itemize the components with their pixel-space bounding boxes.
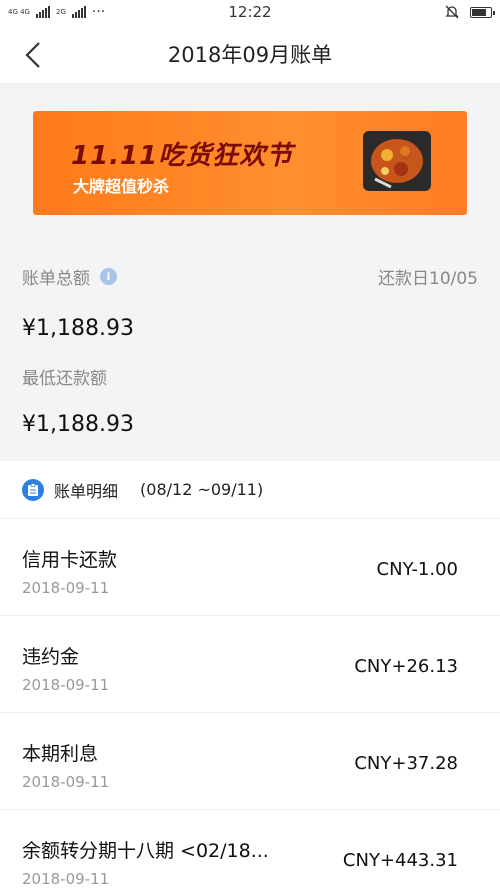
status-time: 12:22 (228, 3, 272, 21)
transaction-name: 余额转分期十八期 <02/18... (22, 840, 269, 862)
transaction-name: 本期利息 (22, 743, 99, 765)
detail-label: 账单明细 (54, 481, 119, 501)
document-icon (22, 478, 44, 501)
bell-off-icon (445, 5, 459, 19)
nav-bar: 2018年09月账单 (0, 26, 500, 84)
transaction-date: 2018-09-11 (22, 676, 110, 694)
transaction-amount: CNY-1.00 (376, 559, 458, 580)
transaction-amount: CNY+37.28 (354, 753, 458, 774)
detail-header: 账单明细 (08/12 ~09/11) (0, 461, 500, 519)
transaction-amount: CNY+443.31 (342, 850, 458, 871)
food-platter-icon (363, 131, 431, 191)
banner-section: 11.11吃货狂欢节 大牌超值秒杀 (0, 84, 500, 244)
status-bar: 4G 4G 2G ··· 12:22 (0, 0, 500, 26)
bill-summary: 账单总额 i 还款日10/05 ¥1,188.93 最低还款额 ¥1,188.9… (0, 244, 500, 461)
transaction-name: 违约金 (22, 646, 80, 668)
transaction-amount: CNY+26.13 (354, 656, 458, 677)
total-label: 账单总额 (22, 269, 90, 289)
banner-subline: 大牌超值秒杀 (73, 177, 170, 196)
transaction-date: 2018-09-11 (22, 773, 110, 791)
transaction-row[interactable]: 违约金 2018-09-11 CNY+26.13 (0, 616, 500, 713)
info-icon[interactable]: i (100, 268, 117, 285)
transaction-name: 信用卡还款 (22, 549, 118, 571)
transaction-list: 信用卡还款 2018-09-11 CNY-1.00 违约金 2018-09-11… (0, 519, 500, 889)
total-amount: ¥1,188.93 (22, 316, 134, 341)
back-button[interactable] (18, 40, 48, 70)
promo-banner[interactable]: 11.11吃货狂欢节 大牌超值秒杀 (33, 111, 467, 215)
min-payment-amount: ¥1,188.93 (22, 412, 134, 437)
banner-headline: 11.11吃货狂欢节 (71, 141, 294, 171)
page-title: 2018年09月账单 (167, 43, 333, 67)
transaction-row[interactable]: 余额转分期十八期 <02/18... 2018-09-11 CNY+443.31 (0, 810, 500, 889)
detail-range: (08/12 ~09/11) (140, 480, 264, 499)
transaction-row[interactable]: 信用卡还款 2018-09-11 CNY-1.00 (0, 519, 500, 616)
due-date: 还款日10/05 (378, 269, 478, 289)
transaction-date: 2018-09-11 (22, 870, 110, 888)
status-right (444, 4, 495, 20)
chevron-left-icon (25, 42, 40, 68)
battery-icon (470, 6, 495, 18)
min-payment-label: 最低还款额 (22, 369, 107, 389)
transaction-row[interactable]: 本期利息 2018-09-11 CNY+37.28 (0, 713, 500, 810)
total-label-row: 账单总额 i (22, 264, 117, 289)
transaction-date: 2018-09-11 (22, 579, 110, 597)
